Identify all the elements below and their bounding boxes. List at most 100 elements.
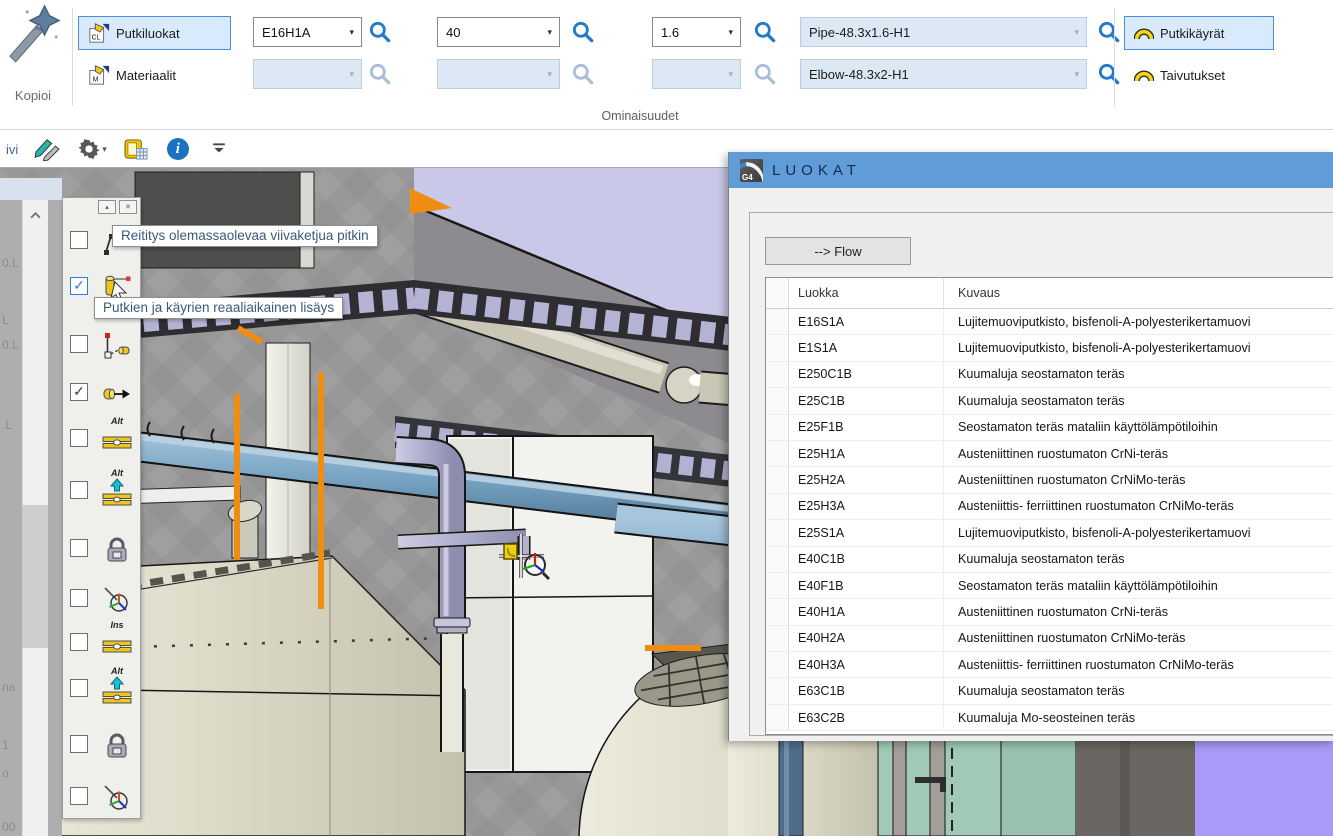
tool-checkbox[interactable] [70, 787, 88, 805]
settings-gear-button[interactable]: ▾ [78, 138, 107, 160]
column-header-kuvaus[interactable]: Kuvaus [943, 278, 1333, 308]
pipe-classes-button[interactable]: CL Putkiluokat [78, 16, 231, 50]
cell-class-code: E40C1B [789, 552, 943, 566]
info-icon[interactable]: i [167, 138, 189, 160]
panel-header-strip [0, 178, 62, 200]
tool-checkbox[interactable] [70, 589, 88, 607]
row-selector[interactable] [766, 335, 789, 360]
scrollbar-thumb[interactable] [22, 505, 48, 648]
row-selector[interactable] [766, 388, 789, 413]
copy-button-label[interactable]: Kopioi [0, 88, 66, 103]
edit-pencils-icon[interactable] [34, 136, 62, 162]
row-selector[interactable] [766, 626, 789, 651]
pipe-insert-icon[interactable] [101, 477, 133, 509]
table-row[interactable]: E25H3AAusteniittis- ferriittinen ruostum… [766, 494, 1333, 520]
tool-checkbox[interactable] [70, 429, 88, 447]
row-selector[interactable] [766, 467, 789, 492]
tool-checkbox[interactable] [70, 481, 88, 499]
pipe-part-combobox[interactable]: Pipe-48.3x1.6-H1 ▾ [800, 17, 1087, 47]
scrollbar-up-icon[interactable] [22, 206, 48, 224]
tool-checkbox[interactable] [70, 735, 88, 753]
pipe-connect-icon[interactable] [101, 425, 133, 457]
row-selector[interactable] [766, 705, 789, 730]
table-row[interactable]: E63C1BKuumaluja seostamaton teräs [766, 678, 1333, 704]
chevron-down-icon[interactable]: ▾ [1071, 69, 1082, 80]
pipe-size-combobox[interactable]: 40 ▾ [437, 17, 560, 47]
lock-icon[interactable] [101, 535, 133, 567]
row-selector[interactable] [766, 520, 789, 545]
cell-description: Lujitemuoviputkisto, bisfenoli-A-polyest… [943, 335, 1333, 360]
table-row[interactable]: E16S1ALujitemuoviputkisto, bisfenoli-A-p… [766, 309, 1333, 335]
pipe-insert-icon[interactable] [101, 675, 133, 707]
elbow-part-combobox[interactable]: Elbow-48.3x2-H1 ▾ [800, 59, 1087, 89]
table-row[interactable]: E25H1AAusteniittinen ruostumaton CrNi-te… [766, 441, 1333, 467]
row-selector[interactable] [766, 309, 789, 334]
search-icon[interactable] [367, 19, 393, 45]
dialog-titlebar[interactable]: G4 LUOKAT [729, 152, 1333, 188]
pipe-direction-icon[interactable] [101, 379, 133, 411]
magic-wand-icon[interactable] [6, 4, 60, 64]
table-row[interactable]: E25S1ALujitemuoviputkisto, bisfenoli-A-p… [766, 520, 1333, 546]
table-row[interactable]: E25H2AAusteniittinen ruostumaton CrNiMo-… [766, 467, 1333, 493]
axis-icon[interactable] [101, 585, 133, 617]
chevron-down-icon[interactable]: ▾ [1071, 27, 1082, 38]
spec-table-icon[interactable] [123, 136, 151, 162]
axis-icon[interactable] [101, 783, 133, 815]
tool-checkbox[interactable] [70, 539, 88, 557]
palette-tool-row: Alt [68, 472, 138, 512]
flow-button[interactable]: --> Flow [765, 237, 911, 265]
pipe-bends-button[interactable]: Putkikäyrät [1124, 16, 1274, 50]
table-row[interactable]: E40C1BKuumaluja seostamaton teräs [766, 547, 1333, 573]
tool-checkbox[interactable] [70, 335, 88, 353]
wall-thickness-combobox[interactable]: 1.6 ▾ [652, 17, 741, 47]
table-row[interactable]: E25C1BKuumaluja seostamaton teräs [766, 388, 1333, 414]
table-row[interactable]: E40H1AAusteniittinen ruostumaton CrNi-te… [766, 599, 1333, 625]
svg-text:CL: CL [92, 34, 101, 41]
row-selector[interactable] [766, 415, 789, 440]
tool-checkbox[interactable] [70, 679, 88, 697]
palette-collapse-icon[interactable]: ▴ [98, 200, 116, 214]
search-icon[interactable] [570, 19, 596, 45]
chevron-down-icon[interactable]: ▾ [544, 27, 555, 38]
tree-item-label: 1 [2, 738, 9, 752]
row-selector[interactable] [766, 573, 789, 598]
table-row[interactable]: E1S1ALujitemuoviputkisto, bisfenoli-A-po… [766, 335, 1333, 361]
row-selector[interactable] [766, 441, 789, 466]
tool-checkbox[interactable]: ✓ [70, 383, 88, 401]
pipe-connect-icon[interactable] [101, 629, 133, 661]
chevron-down-icon[interactable]: ▾ [346, 27, 357, 38]
row-selector[interactable] [766, 599, 789, 624]
palette-close-icon[interactable]: ✕ [119, 200, 137, 214]
table-row[interactable]: E40H2AAusteniittinen ruostumaton CrNiMo-… [766, 626, 1333, 652]
cell-description: Seostamaton teräs mataliin käyttölämpöti… [943, 415, 1333, 440]
app-logo-icon: G4 [740, 159, 763, 182]
tool-checkbox[interactable]: ✓ [70, 277, 88, 295]
row-selector[interactable] [766, 494, 789, 519]
materials-button[interactable]: M Materiaalit [78, 58, 231, 92]
lock-icon[interactable] [101, 731, 133, 763]
collapse-toolbar-icon[interactable] [205, 136, 233, 162]
cell-description: Lujitemuoviputkisto, bisfenoli-A-polyest… [943, 309, 1333, 334]
row-selector[interactable] [766, 652, 789, 677]
row-selector[interactable] [766, 678, 789, 703]
pipe-class-combobox[interactable]: E16H1A ▾ [253, 17, 362, 47]
table-row[interactable]: E40F1BSeostamaton teräs mataliin käyttöl… [766, 573, 1333, 599]
search-icon[interactable] [1096, 61, 1122, 87]
row-selector[interactable] [766, 362, 789, 387]
table-row[interactable]: E250C1BKuumaluja seostamaton teräs [766, 362, 1333, 388]
bendings-button[interactable]: Taivutukset [1124, 58, 1274, 92]
tool-checkbox[interactable] [70, 231, 88, 249]
table-row[interactable]: E63C2BKuumaluja Mo-seosteinen teräs [766, 705, 1333, 731]
elbow-route-icon[interactable] [101, 331, 133, 363]
column-header-luokka[interactable]: Luokka [789, 286, 943, 300]
material-combobox-disabled: ▾ [253, 59, 362, 89]
tool-checkbox[interactable] [70, 633, 88, 651]
cell-class-code: E40H3A [789, 658, 943, 672]
table-row[interactable]: E25F1BSeostamaton teräs mataliin käyttöl… [766, 415, 1333, 441]
search-icon[interactable] [752, 19, 778, 45]
table-row[interactable]: E40H3AAusteniittis- ferriittinen ruostum… [766, 652, 1333, 678]
palette-tool-row [68, 778, 138, 818]
chevron-down-icon[interactable]: ▾ [725, 27, 736, 38]
search-icon[interactable] [1096, 19, 1122, 45]
row-selector[interactable] [766, 547, 789, 572]
